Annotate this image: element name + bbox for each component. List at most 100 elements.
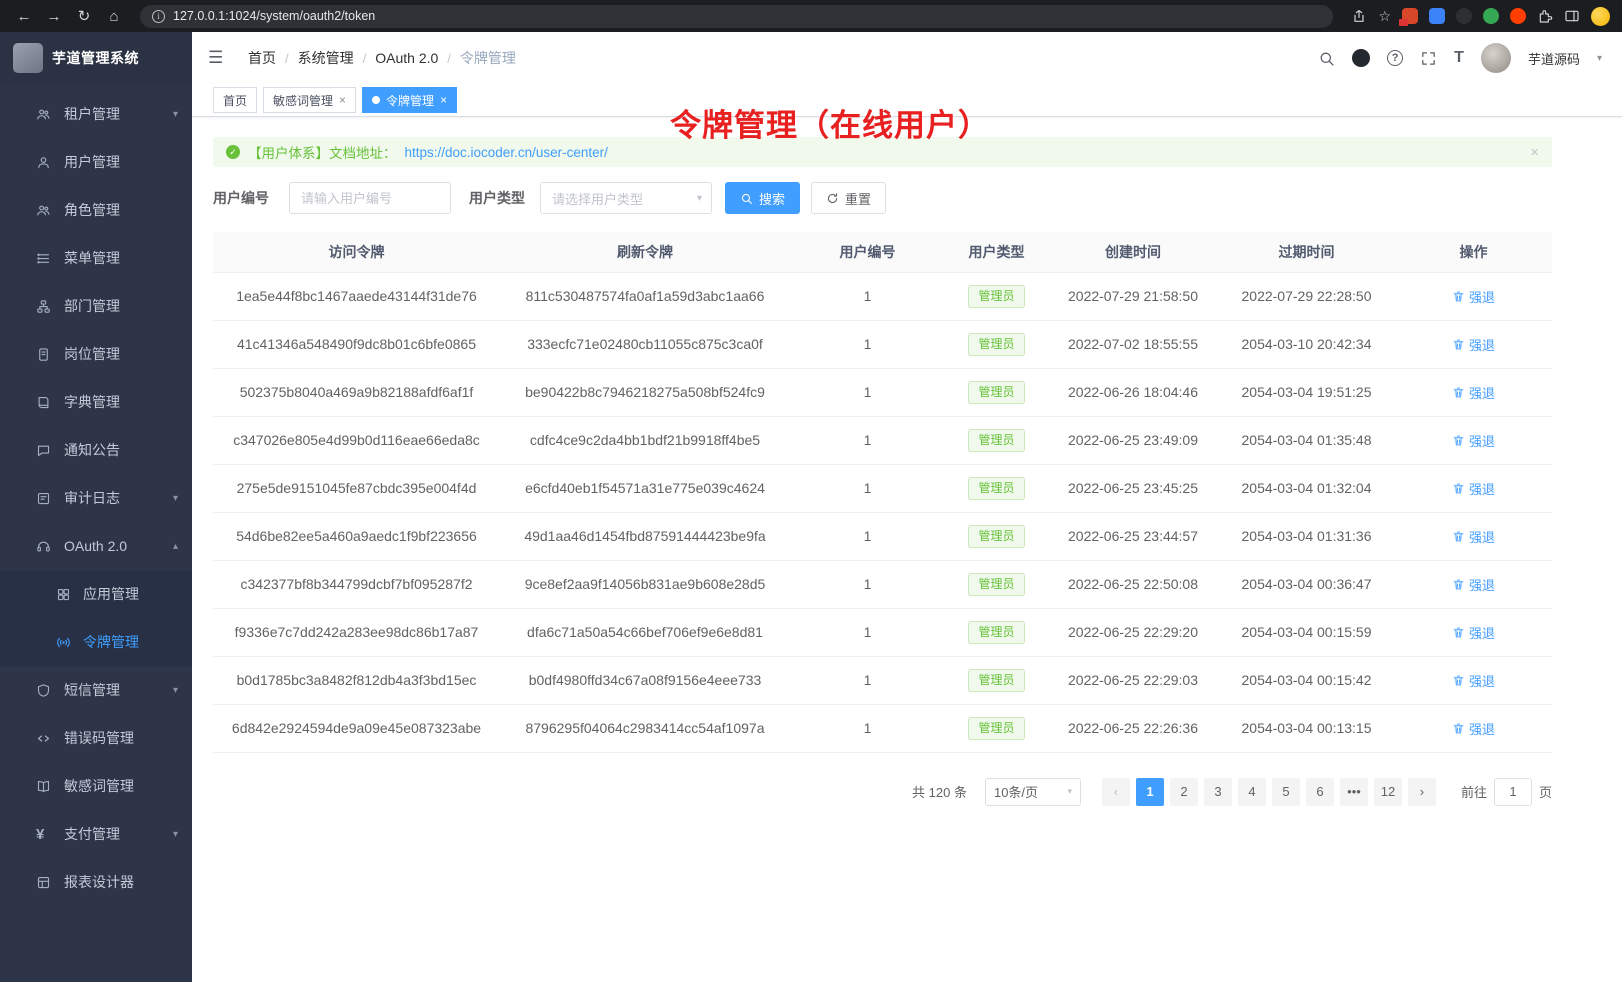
pagination-next-button[interactable]: › — [1408, 778, 1436, 806]
sidebar-item-post[interactable]: 岗位管理 — [0, 330, 192, 378]
cell-access-token: f9336e7c7dd242a283ee98dc86b17a87 — [213, 608, 500, 656]
pagination-prev-button[interactable]: ‹ — [1102, 778, 1130, 806]
sidebar-item-role[interactable]: 角色管理 — [0, 186, 192, 234]
user-id-input[interactable] — [289, 182, 451, 214]
extension-badge — [1399, 19, 1408, 26]
trash-icon — [1452, 578, 1465, 591]
force-logout-button[interactable]: 强退 — [1452, 527, 1495, 546]
force-logout-button[interactable]: 强退 — [1452, 671, 1495, 690]
force-logout-button[interactable]: 强退 — [1452, 287, 1495, 306]
user-name[interactable]: 芋道源码 — [1528, 49, 1580, 68]
app-logo[interactable]: 芋道管理系统 — [0, 32, 192, 84]
font-size-icon[interactable]: T — [1454, 49, 1464, 67]
sidebar-item-app-manage[interactable]: 应用管理 — [0, 570, 192, 618]
user-avatar[interactable] — [1481, 43, 1511, 73]
github-icon[interactable] — [1352, 49, 1370, 67]
browser-reload-icon[interactable]: ↻ — [72, 4, 96, 28]
fullscreen-icon[interactable] — [1420, 50, 1437, 67]
col-user-id: 用户编号 — [790, 232, 945, 272]
share-icon[interactable] — [1351, 8, 1367, 24]
pagination-page-button[interactable]: 12 — [1374, 778, 1402, 806]
sidebar-item-sensitive-word[interactable]: 敏感词管理 — [0, 762, 192, 810]
force-logout-button[interactable]: 强退 — [1452, 431, 1495, 450]
cell-user-id: 1 — [790, 416, 945, 464]
table-row: c347026e805e4d99b0d116eae66eda8c cdfc4ce… — [213, 416, 1552, 464]
extension-ublock-icon[interactable] — [1402, 8, 1418, 24]
cell-created-time: 2022-06-25 23:44:57 — [1048, 512, 1218, 560]
user-type-tag: 管理员 — [968, 333, 1024, 356]
search-button[interactable]: 搜索 — [725, 182, 800, 214]
tabs-bar: 首页 敏感词管理 × 令牌管理 × — [192, 84, 1622, 117]
sidebar-item-oauth[interactable]: OAuth 2.0 ▴ — [0, 522, 192, 570]
pagination-page-button[interactable]: 3 — [1204, 778, 1232, 806]
browser-home-icon[interactable]: ⌂ — [102, 4, 126, 28]
doc-alert: ✓ 【用户体系】文档地址： https://doc.iocoder.cn/use… — [213, 137, 1552, 167]
sidebar-item-payment[interactable]: ¥ 支付管理 ▾ — [0, 810, 192, 858]
tab-home[interactable]: 首页 — [213, 87, 257, 113]
site-info-icon[interactable]: i — [152, 10, 165, 23]
sidebar-item-notice[interactable]: 通知公告 — [0, 426, 192, 474]
goto-page-input[interactable] — [1494, 778, 1532, 806]
pagination-page-button[interactable]: 1 — [1136, 778, 1164, 806]
collapse-sidebar-icon[interactable]: ☰ — [208, 48, 232, 68]
sidebar-item-report-designer[interactable]: 报表设计器 — [0, 858, 192, 906]
close-icon[interactable]: × — [440, 94, 447, 106]
sidebar-item-tenant[interactable]: 租户管理 ▾ — [0, 90, 192, 138]
sidebar-item-sms[interactable]: 短信管理 ▾ — [0, 666, 192, 714]
cell-access-token: c347026e805e4d99b0d116eae66eda8c — [213, 416, 500, 464]
browser-forward-icon[interactable]: → — [42, 4, 66, 28]
search-icon[interactable] — [1318, 50, 1335, 67]
sidebar-item-user[interactable]: 用户管理 — [0, 138, 192, 186]
side-panel-icon[interactable] — [1564, 8, 1580, 24]
pagination-ellipsis[interactable]: ••• — [1340, 778, 1368, 806]
header-actions: ? T 芋道源码 ▾ — [1318, 43, 1602, 73]
pagination-page-button[interactable]: 2 — [1170, 778, 1198, 806]
sidebar-item-dept[interactable]: 部门管理 — [0, 282, 192, 330]
address-bar[interactable]: i 127.0.0.1:1024/system/oauth2/token — [140, 5, 1333, 28]
tab-sensitive-word[interactable]: 敏感词管理 × — [263, 87, 356, 113]
doc-link[interactable]: https://doc.iocoder.cn/user-center/ — [405, 145, 608, 160]
extension-dark-icon[interactable] — [1456, 8, 1472, 24]
sidebar-item-label: 角色管理 — [64, 200, 120, 220]
extension-blue-icon[interactable] — [1429, 8, 1445, 24]
browser-profile-avatar[interactable] — [1591, 7, 1610, 26]
force-logout-button[interactable]: 强退 — [1452, 335, 1495, 354]
close-icon[interactable]: × — [339, 94, 346, 106]
sidebar-item-dict[interactable]: 字典管理 — [0, 378, 192, 426]
pagination-page-button[interactable]: 5 — [1272, 778, 1300, 806]
user-type-select[interactable]: 请选择用户类型 ▾ — [540, 182, 712, 214]
force-logout-button[interactable]: 强退 — [1452, 479, 1495, 498]
sidebar-item-audit-log[interactable]: 审计日志 ▾ — [0, 474, 192, 522]
browser-back-icon[interactable]: ← — [12, 4, 36, 28]
log-edit-icon — [36, 491, 52, 506]
user-menu-caret-icon[interactable]: ▾ — [1597, 53, 1602, 64]
sidebar-item-label: OAuth 2.0 — [64, 538, 127, 554]
extension-flame-icon[interactable] — [1510, 8, 1526, 24]
extensions-puzzle-icon[interactable] — [1537, 8, 1553, 24]
alert-close-icon[interactable]: × — [1530, 144, 1539, 161]
user-type-tag: 管理员 — [968, 621, 1024, 644]
breadcrumb-home[interactable]: 首页 — [248, 48, 276, 68]
force-logout-button[interactable]: 强退 — [1452, 383, 1495, 402]
breadcrumb-system[interactable]: 系统管理 — [298, 48, 354, 68]
user-type-tag: 管理员 — [968, 573, 1024, 596]
message-icon — [36, 443, 52, 458]
force-logout-button[interactable]: 强退 — [1452, 575, 1495, 594]
force-logout-button[interactable]: 强退 — [1452, 623, 1495, 642]
sidebar: 芋道管理系统 租户管理 ▾ 用户管理 角色管理 菜单管理 部门管理 — [0, 32, 192, 982]
sidebar-item-error-code[interactable]: 错误码管理 — [0, 714, 192, 762]
bookmark-star-icon[interactable]: ☆ — [1378, 8, 1391, 25]
force-logout-button[interactable]: 强退 — [1452, 719, 1495, 738]
trash-icon — [1452, 626, 1465, 639]
sidebar-item-menu-manage[interactable]: 菜单管理 — [0, 234, 192, 282]
breadcrumb-oauth[interactable]: OAuth 2.0 — [375, 50, 438, 66]
sidebar-item-token-manage[interactable]: 令牌管理 — [0, 618, 192, 666]
extension-green-icon[interactable] — [1483, 8, 1499, 24]
pagination-page-button[interactable]: 6 — [1306, 778, 1334, 806]
tab-token-manage[interactable]: 令牌管理 × — [362, 87, 457, 113]
pagination-page-button[interactable]: 4 — [1238, 778, 1266, 806]
help-icon[interactable]: ? — [1387, 50, 1403, 66]
page-size-select[interactable]: 10条/页 ▾ — [985, 778, 1081, 806]
page-unit-label: 页 — [1539, 782, 1552, 801]
reset-button[interactable]: 重置 — [811, 182, 886, 214]
